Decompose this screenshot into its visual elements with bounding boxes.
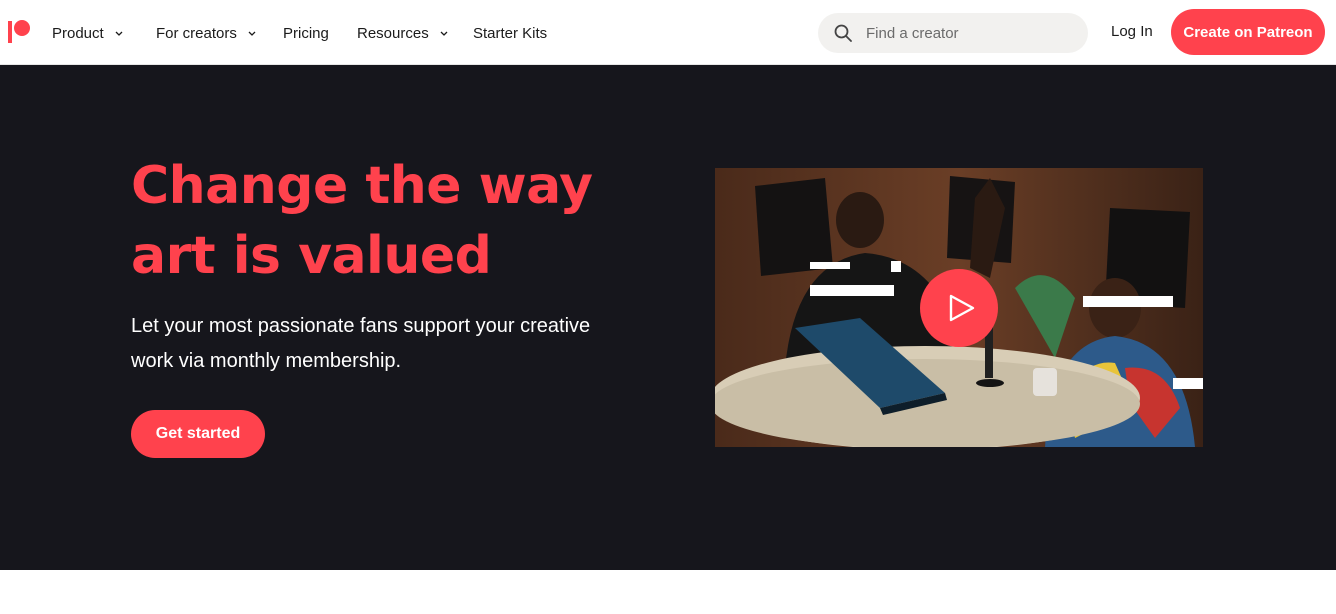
logo-dot bbox=[14, 20, 30, 36]
nav-item-label: Starter Kits bbox=[473, 24, 548, 42]
hero-title-line1: Change the way bbox=[131, 156, 593, 216]
hero-video[interactable] bbox=[715, 168, 1203, 447]
hero-title-line2: art is valued bbox=[131, 226, 492, 286]
nav-item-label: Resources bbox=[357, 24, 429, 42]
hero-subtitle-line2: work via monthly membership. bbox=[131, 350, 402, 372]
hero-subtitle: Let your most passionate fans support yo… bbox=[131, 309, 631, 379]
nav-item-label: Pricing bbox=[283, 24, 329, 42]
play-button[interactable] bbox=[920, 269, 998, 347]
login-link[interactable]: Log In bbox=[1111, 23, 1153, 40]
chevron-down-icon bbox=[439, 28, 449, 38]
search-box[interactable] bbox=[818, 13, 1088, 53]
get-started-button[interactable]: Get started bbox=[131, 410, 265, 458]
hero-subtitle-line1: Let your most passionate fans support yo… bbox=[131, 315, 591, 337]
create-on-patreon-button[interactable]: Create on Patreon bbox=[1171, 9, 1325, 55]
logo-bar bbox=[8, 21, 12, 43]
search-icon bbox=[834, 24, 852, 42]
nav-item-product[interactable]: Product bbox=[52, 23, 124, 43]
page-below-hero bbox=[0, 570, 1336, 614]
nav-item-for-creators[interactable]: For creators bbox=[156, 23, 257, 43]
search-input[interactable] bbox=[864, 21, 1074, 45]
chevron-down-icon bbox=[114, 28, 124, 38]
chevron-down-icon bbox=[247, 28, 257, 38]
top-navigation: Product For creators Pricing Resources S… bbox=[0, 0, 1336, 65]
hero-title: Change the way art is valued bbox=[131, 151, 651, 291]
nav-item-resources[interactable]: Resources bbox=[357, 23, 449, 43]
patreon-logo[interactable] bbox=[8, 20, 34, 44]
nav-item-starter-kits[interactable]: Starter Kits bbox=[473, 23, 547, 43]
play-icon bbox=[949, 294, 975, 322]
nav-item-label: Product bbox=[52, 24, 104, 42]
nav-item-pricing[interactable]: Pricing bbox=[283, 23, 329, 43]
hero-section: Change the way art is valued Let your mo… bbox=[0, 65, 1336, 570]
nav-item-label: For creators bbox=[156, 24, 237, 42]
